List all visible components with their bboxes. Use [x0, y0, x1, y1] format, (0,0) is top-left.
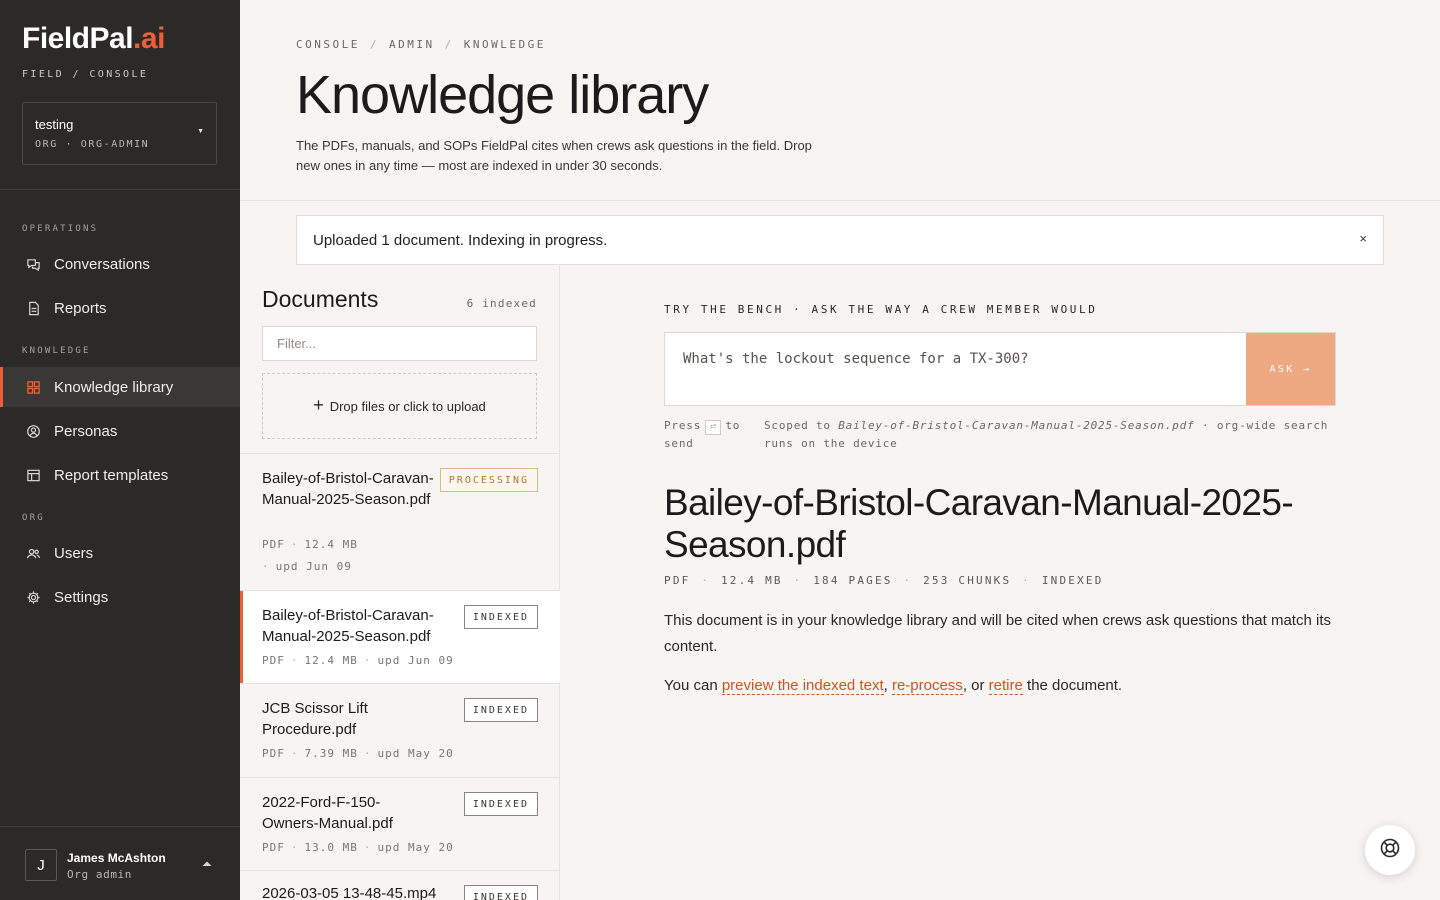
document-name: 2026-03-05 13-48-45.mp4	[262, 885, 437, 900]
sidebar-item-label: Personas	[54, 422, 118, 440]
users-icon	[26, 546, 41, 561]
status-badge: INDEXED	[463, 605, 538, 629]
documents-heading: Documents	[262, 286, 379, 312]
status-badge: PROCESSING	[439, 468, 538, 492]
status-badge: INDEXED	[463, 792, 538, 816]
org-name: testing	[35, 117, 74, 132]
document-list-item[interactable]: 2022-Ford-F-150-Owners-Manual.pdf INDEXE…	[240, 777, 560, 870]
sidebar-item-label: Report templates	[54, 466, 169, 484]
documents-count: 6 indexed	[466, 297, 537, 310]
page-description: The PDFs, manuals, and SOPs FieldPal cit…	[296, 138, 812, 173]
document-list-item[interactable]: 2026-03-05 13-48-45.mp4 INDEXED	[240, 870, 560, 900]
send-hint: Press ⏎ to send	[664, 419, 741, 450]
ask-input[interactable]	[665, 333, 1247, 405]
document-list-item[interactable]: Bailey-of-Bristol-Caravan-Manual-2025-Se…	[240, 590, 560, 683]
document-name: Bailey-of-Bristol-Caravan-Manual-2025-Se…	[262, 470, 434, 508]
retire-link[interactable]: retire	[988, 677, 1023, 695]
document-name: Bailey-of-Bristol-Caravan-Manual-2025-Se…	[262, 607, 434, 645]
breadcrumb-admin[interactable]: ADMIN	[389, 38, 435, 51]
breadcrumb-console[interactable]: CONSOLE	[296, 38, 360, 51]
document-list-item[interactable]: JCB Scissor Lift Procedure.pdf INDEXED P…	[240, 683, 560, 777]
document-description: This document is in your knowledge libra…	[664, 612, 1331, 655]
library-icon	[26, 380, 41, 395]
sidebar-item-personas[interactable]: Personas	[0, 411, 240, 451]
sidebar-item-knowledge-library[interactable]: Knowledge library	[0, 367, 240, 407]
ask-button[interactable]: ASK →	[1246, 333, 1335, 405]
status-badge: INDEXED	[463, 885, 538, 900]
document-actions: You can preview the indexed text, re-pro…	[664, 677, 1123, 695]
document-meta: PDF · 13.0 MB · upd May 20	[262, 841, 454, 854]
help-button[interactable]	[1365, 825, 1415, 875]
user-name: James McAshton	[67, 851, 166, 865]
chevron-up-icon[interactable]	[200, 857, 214, 871]
document-icon	[26, 301, 41, 316]
page-title: Knowledge library	[296, 65, 709, 125]
lifebuoy-icon	[1379, 837, 1401, 864]
document-name: 2022-Ford-F-150-Owners-Manual.pdf	[262, 794, 393, 832]
document-name: JCB Scissor Lift Procedure.pdf	[262, 700, 368, 738]
avatar: J	[25, 849, 57, 881]
sidebar-item-report-templates[interactable]: Report templates	[0, 455, 240, 495]
template-icon	[26, 468, 41, 483]
chat-icon	[26, 257, 41, 272]
documents-panel: Documents 6 indexed + Drop files or clic…	[240, 265, 560, 900]
upload-dropzone[interactable]: + Drop files or click to upload	[262, 373, 537, 439]
user-role: Org admin	[67, 868, 133, 881]
sidebar-item-settings[interactable]: Settings	[0, 577, 240, 617]
sidebar-item-reports[interactable]: Reports	[0, 288, 240, 328]
bench-label: TRY THE BENCH · ASK THE WAY A CREW MEMBE…	[664, 303, 1098, 316]
document-list-item[interactable]: Bailey-of-Bristol-Caravan-Manual-2025-Se…	[240, 453, 560, 590]
sidebar-item-label: Conversations	[54, 255, 150, 273]
org-switcher[interactable]: testing ORG · ORG-ADMIN ▼	[22, 102, 217, 165]
brand-subtitle: FIELD / CONSOLE	[22, 69, 149, 80]
ask-box: ASK →	[664, 332, 1336, 406]
brand-logo[interactable]: FieldPal.ai	[22, 22, 165, 56]
document-meta: PDF · 7.39 MB · upd May 20	[262, 747, 454, 760]
document-meta: PDF · 12.4 MB · upd Jun 09	[262, 538, 358, 573]
sidebar-item-users[interactable]: Users	[0, 533, 240, 573]
breadcrumb: CONSOLE / ADMIN / KNOWLEDGE	[296, 38, 546, 51]
document-filter-input[interactable]	[262, 326, 537, 361]
sidebar-item-label: Users	[54, 544, 94, 562]
sidebar-divider	[0, 189, 240, 190]
gear-icon	[26, 590, 41, 605]
sidebar: FieldPal.ai FIELD / CONSOLE testing ORG …	[0, 0, 240, 900]
section-label-knowledge: KNOWLEDGE	[22, 346, 91, 356]
preview-indexed-text-link[interactable]: preview the indexed text	[721, 677, 884, 695]
breadcrumb-knowledge: KNOWLEDGE	[463, 38, 546, 51]
enter-key-icon: ⏎	[705, 420, 722, 435]
sidebar-item-label: Settings	[54, 588, 109, 606]
alert-message: Uploaded 1 document. Indexing in progres…	[313, 232, 608, 249]
document-meta: PDF · 12.4 MB · upd Jun 09	[262, 654, 454, 667]
dropzone-label: Drop files or click to upload	[329, 398, 486, 414]
status-badge: INDEXED	[463, 698, 538, 722]
section-label-operations: OPERATIONS	[22, 224, 99, 234]
user-menu[interactable]: J James McAshton Org admin	[0, 826, 240, 900]
document-title: Bailey-of-Bristol-Caravan-Manual-2025-Se…	[664, 482, 1294, 565]
plus-icon: +	[313, 394, 324, 415]
caret-down-icon: ▼	[197, 128, 204, 135]
sidebar-item-label: Knowledge library	[54, 378, 174, 396]
scope-hint: Scoped to Bailey-of-Bristol-Caravan-Manu…	[764, 419, 1329, 450]
sidebar-item-label: Reports	[54, 299, 107, 317]
header-divider	[240, 200, 1440, 201]
close-icon[interactable]: ×	[1359, 231, 1367, 246]
reprocess-link[interactable]: re-process	[891, 677, 963, 695]
section-label-org: ORG	[22, 513, 45, 523]
org-role: ORG · ORG-ADMIN	[35, 139, 150, 150]
document-meta-line: PDF · 12.4 MB · 184 PAGES · 253 CHUNKS ·…	[664, 574, 1104, 587]
upload-alert: Uploaded 1 document. Indexing in progres…	[296, 215, 1384, 265]
sidebar-item-conversations[interactable]: Conversations	[0, 244, 240, 284]
persona-icon	[26, 424, 41, 439]
